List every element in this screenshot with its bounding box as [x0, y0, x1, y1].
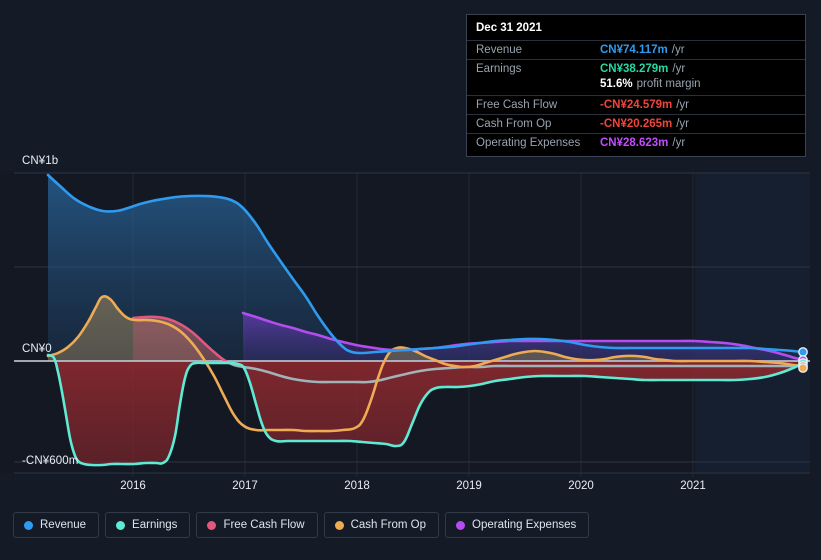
tooltip-row-unit: /yr: [671, 44, 685, 56]
legend-swatch-icon: [456, 520, 466, 530]
right-gutter-mask: [810, 172, 821, 474]
tooltip-row: 51.6% profit margin: [467, 78, 805, 95]
tooltip-row-value: CN¥74.117m: [600, 44, 668, 56]
legend-swatch-icon: [207, 520, 217, 530]
legend-item-label: Operating Expenses: [472, 519, 577, 531]
tooltip-row: Cash From Op -CN¥20.265m/yr: [467, 114, 805, 133]
tooltip-row-unit: /yr: [676, 118, 690, 130]
tooltip-row-value: CN¥38.279m: [600, 63, 669, 75]
financials-chart-screenshot: CN¥1b CN¥0 -CN¥600m 2016 2017 2018 2019 …: [0, 0, 821, 560]
y-axis-label-top: CN¥1b: [22, 155, 59, 167]
legend-swatch-icon: [116, 520, 126, 530]
legend-item-operating-expenses[interactable]: Operating Expenses: [445, 512, 590, 538]
tooltip-row-label: Revenue: [476, 44, 523, 56]
tooltip-row-unit: profit margin: [636, 78, 701, 90]
tooltip-row: Revenue CN¥74.117m/yr: [467, 40, 805, 59]
legend-item-label: Earnings: [132, 519, 178, 531]
legend-swatch-icon: [334, 520, 344, 530]
legend-item-label: Free Cash Flow: [223, 519, 305, 531]
chart-legend: Revenue Earnings Free Cash Flow Cash From O…: [13, 512, 590, 538]
end-marker-cash-from-op[interactable]: [798, 363, 808, 373]
legend-item-revenue[interactable]: Revenue: [13, 512, 100, 538]
x-axis-label-2021: 2021: [680, 480, 706, 492]
tooltip-row-unit: /yr: [676, 99, 690, 111]
tooltip-row-value: -CN¥20.265m: [600, 118, 673, 130]
x-axis-label-2018: 2018: [344, 480, 370, 492]
tooltip-row-label: Earnings: [476, 63, 522, 75]
x-axis-label-2017: 2017: [232, 480, 258, 492]
chart-tooltip: Dec 31 2021 Revenue CN¥74.117m/yr Earnings…: [466, 14, 806, 157]
tooltip-row-label: Cash From Op: [476, 118, 552, 130]
tooltip-row-value: -CN¥24.579m: [600, 99, 673, 111]
end-marker-revenue[interactable]: [798, 347, 808, 357]
tooltip-row: Free Cash Flow -CN¥24.579m/yr: [467, 95, 805, 114]
tooltip-rows: Revenue CN¥74.117m/yr Earnings CN¥38.279m/y…: [467, 40, 805, 152]
tooltip-row-unit: /yr: [672, 63, 686, 75]
tooltip-row-unit: /yr: [672, 137, 686, 149]
tooltip-row-label: Free Cash Flow: [476, 99, 558, 111]
x-axis-label-2020: 2020: [568, 480, 594, 492]
y-axis-label-zero: CN¥0: [22, 343, 52, 355]
tooltip-row: Operating Expenses CN¥28.623m/yr: [467, 133, 805, 152]
x-axis-label-2016: 2016: [120, 480, 146, 492]
tooltip-date: Dec 31 2021: [476, 22, 542, 34]
legend-item-label: Revenue: [40, 519, 87, 531]
tooltip-row-value: CN¥28.623m: [600, 137, 669, 149]
legend-item-cash-from-op[interactable]: Cash From Op: [323, 512, 440, 538]
y-axis-label-bottom: -CN¥600m: [22, 455, 79, 467]
future-period-band: [695, 173, 821, 473]
tooltip-row-value: 51.6%: [600, 78, 633, 90]
tooltip-row: Earnings CN¥38.279m/yr: [467, 59, 805, 78]
legend-item-earnings[interactable]: Earnings: [105, 512, 191, 538]
legend-item-label: Cash From Op: [350, 519, 427, 531]
x-axis-label-2019: 2019: [456, 480, 482, 492]
tooltip-row-label: Operating Expenses: [476, 137, 581, 149]
legend-swatch-icon: [24, 520, 33, 530]
legend-item-free-cash-flow[interactable]: Free Cash Flow: [196, 512, 318, 538]
